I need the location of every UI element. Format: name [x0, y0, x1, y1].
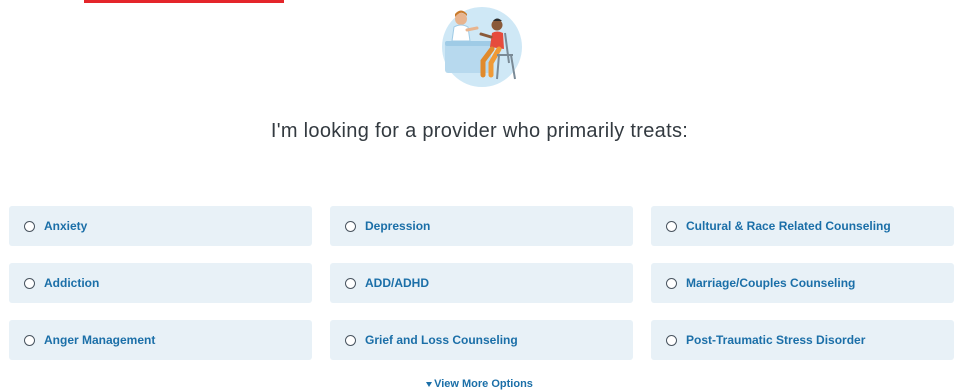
option-anger-management[interactable]: Anger Management [9, 320, 312, 360]
provider-illustration [442, 7, 522, 87]
option-cultural-race-counseling[interactable]: Cultural & Race Related Counseling [651, 206, 954, 246]
option-label: Anxiety [44, 219, 88, 233]
radio-button-icon[interactable] [24, 334, 35, 346]
option-label: ADD/ADHD [365, 276, 429, 290]
option-addiction[interactable]: Addiction [9, 263, 312, 303]
caret-down-icon [426, 381, 433, 387]
radio-button-icon[interactable] [345, 334, 356, 346]
radio-button-icon[interactable] [345, 277, 356, 289]
option-anxiety[interactable]: Anxiety [9, 206, 312, 246]
option-label: Anger Management [44, 333, 156, 347]
option-ptsd[interactable]: Post-Traumatic Stress Disorder [651, 320, 954, 360]
option-add-adhd[interactable]: ADD/ADHD [330, 263, 633, 303]
option-depression[interactable]: Depression [330, 206, 633, 246]
option-grief-loss-counseling[interactable]: Grief and Loss Counseling [330, 320, 633, 360]
option-label: Post-Traumatic Stress Disorder [686, 333, 866, 347]
radio-button-icon[interactable] [345, 220, 356, 232]
option-label: Depression [365, 219, 431, 233]
radio-button-icon[interactable] [24, 220, 35, 232]
radio-button-icon[interactable] [666, 220, 677, 232]
option-label: Grief and Loss Counseling [365, 333, 518, 347]
option-label: Addiction [44, 276, 100, 290]
view-more-options-link[interactable]: View More Options [0, 378, 959, 390]
header-accent-bar [84, 0, 284, 3]
view-more-label: View More Options [434, 378, 533, 390]
option-label: Marriage/Couples Counseling [686, 276, 856, 290]
radio-button-icon[interactable] [666, 334, 677, 346]
option-marriage-couples-counseling[interactable]: Marriage/Couples Counseling [651, 263, 954, 303]
option-label: Cultural & Race Related Counseling [686, 219, 891, 233]
page-heading: I'm looking for a provider who primarily… [270, 120, 689, 142]
radio-button-icon[interactable] [666, 277, 677, 289]
radio-button-icon[interactable] [24, 277, 35, 289]
options-grid: Anxiety Depression Cultural & Race Relat… [9, 206, 954, 360]
